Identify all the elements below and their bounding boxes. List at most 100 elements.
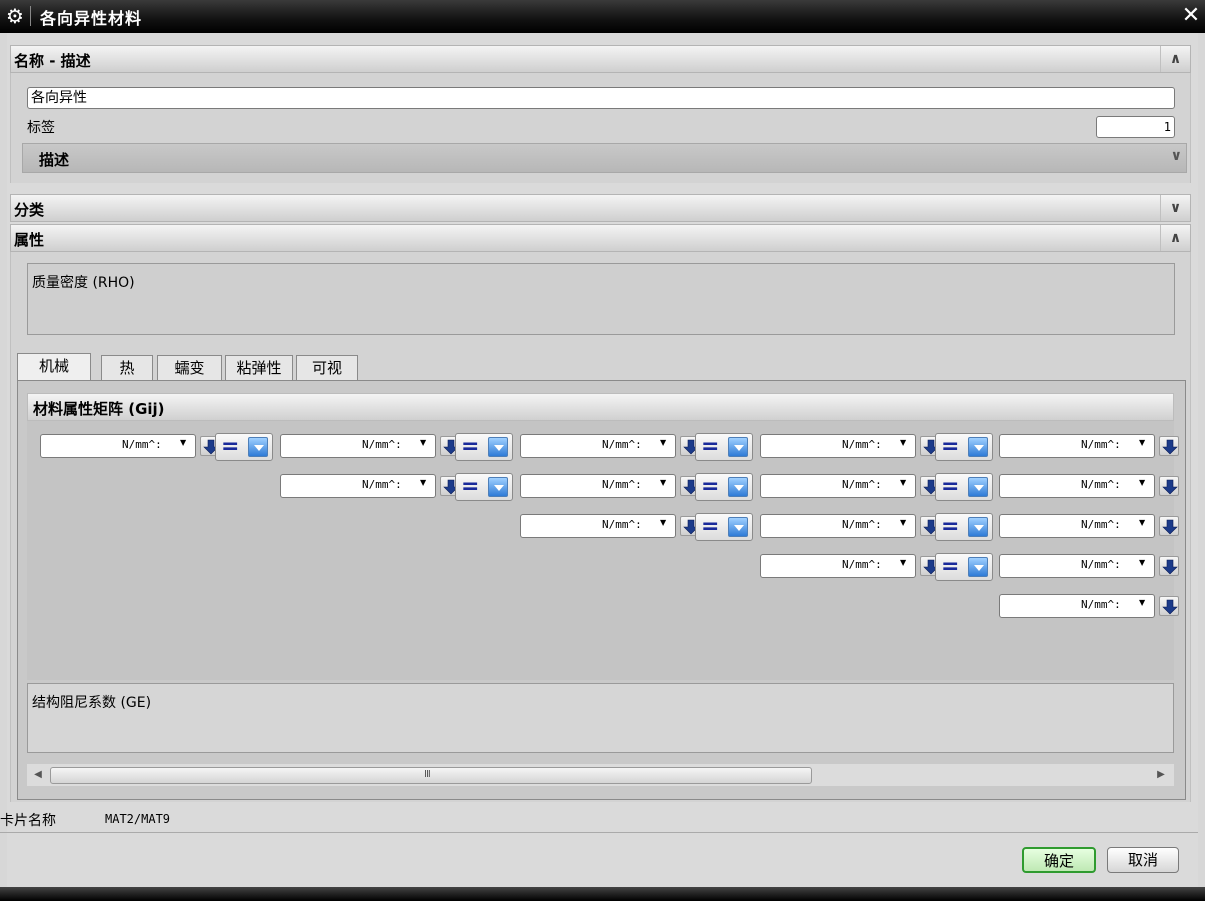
classification-header[interactable]: 分类 ∨ bbox=[10, 194, 1191, 222]
properties-list[interactable]: 质量密度 (RHO) bbox=[27, 263, 1175, 335]
matrix-value-input[interactable] bbox=[280, 474, 436, 498]
unit-label[interactable]: N/mm^: bbox=[602, 438, 642, 451]
damping-list[interactable]: 结构阻尼系数 (GE) bbox=[27, 683, 1174, 753]
equals-icon: = bbox=[221, 434, 240, 459]
close-icon[interactable]: ✕ bbox=[1179, 5, 1203, 29]
unit-label[interactable]: N/mm^: bbox=[362, 438, 402, 451]
unit-label[interactable]: N/mm^: bbox=[122, 438, 162, 451]
equals-dropdown[interactable]: = bbox=[695, 513, 753, 541]
down-arrow-icon[interactable] bbox=[1159, 476, 1179, 496]
unit-dropdown-icon[interactable]: ▼ bbox=[900, 478, 906, 487]
unit-dropdown-icon[interactable]: ▼ bbox=[660, 478, 666, 487]
down-arrow-icon[interactable] bbox=[1159, 436, 1179, 456]
tab-visual[interactable]: 可视 bbox=[296, 355, 358, 381]
matrix-cell-g15: N/mm^: ▼ bbox=[999, 434, 1181, 460]
chevron-down-icon[interactable] bbox=[968, 437, 988, 457]
equals-icon: = bbox=[941, 514, 960, 539]
matrix-value-input[interactable] bbox=[40, 434, 196, 458]
unit-label[interactable]: N/mm^: bbox=[842, 558, 882, 571]
name-input[interactable]: 各向异性 bbox=[27, 87, 1175, 109]
equals-dropdown[interactable]: = bbox=[695, 473, 753, 501]
equals-dropdown[interactable]: = bbox=[455, 473, 513, 501]
unit-label[interactable]: N/mm^: bbox=[1081, 598, 1121, 611]
matrix-value-input[interactable] bbox=[760, 514, 916, 538]
unit-dropdown-icon[interactable]: ▼ bbox=[900, 438, 906, 447]
list-item[interactable]: 结构阻尼系数 (GE) bbox=[32, 692, 151, 712]
unit-dropdown-icon[interactable]: ▼ bbox=[1139, 598, 1145, 607]
unit-dropdown-icon[interactable]: ▼ bbox=[180, 438, 186, 447]
chevron-down-icon[interactable]: ∨ bbox=[1171, 148, 1182, 164]
unit-dropdown-icon[interactable]: ▼ bbox=[660, 438, 666, 447]
matrix-value-input[interactable] bbox=[520, 474, 676, 498]
unit-dropdown-icon[interactable]: ▼ bbox=[1139, 478, 1145, 487]
unit-dropdown-icon[interactable]: ▼ bbox=[420, 438, 426, 447]
equals-dropdown[interactable]: = bbox=[695, 433, 753, 461]
matrix-value-input[interactable] bbox=[760, 474, 916, 498]
chevron-down-icon[interactable] bbox=[488, 437, 508, 457]
chevron-down-icon[interactable] bbox=[968, 477, 988, 497]
equals-dropdown[interactable]: = bbox=[935, 553, 993, 581]
unit-dropdown-icon[interactable]: ▼ bbox=[900, 518, 906, 527]
unit-dropdown-icon[interactable]: ▼ bbox=[900, 558, 906, 567]
unit-label[interactable]: N/mm^: bbox=[602, 478, 642, 491]
properties-header[interactable]: 属性 ∧ bbox=[10, 224, 1191, 252]
unit-dropdown-icon[interactable]: ▼ bbox=[1139, 438, 1145, 447]
chevron-up-icon[interactable]: ∧ bbox=[1160, 46, 1190, 72]
unit-label[interactable]: N/mm^: bbox=[1081, 558, 1121, 571]
cancel-button[interactable]: 取消 bbox=[1107, 847, 1179, 873]
unit-label[interactable]: N/mm^: bbox=[362, 478, 402, 491]
down-arrow-icon[interactable] bbox=[1159, 516, 1179, 536]
matrix-value-input[interactable] bbox=[999, 474, 1155, 498]
equals-dropdown[interactable]: = bbox=[455, 433, 513, 461]
scroll-left-icon[interactable]: ◀ bbox=[30, 767, 46, 783]
chevron-down-icon[interactable] bbox=[728, 477, 748, 497]
horizontal-scrollbar[interactable]: ◀ III ▶ bbox=[27, 764, 1174, 786]
chevron-down-icon[interactable] bbox=[248, 437, 268, 457]
tab-creep[interactable]: 蠕变 bbox=[157, 355, 222, 381]
unit-dropdown-icon[interactable]: ▼ bbox=[420, 478, 426, 487]
matrix-value-input[interactable] bbox=[760, 554, 916, 578]
chevron-down-icon[interactable] bbox=[968, 517, 988, 537]
matrix-value-input[interactable] bbox=[999, 434, 1155, 458]
ok-button[interactable]: 确定 bbox=[1022, 847, 1096, 873]
description-subsection-header[interactable]: 描述 ∨ bbox=[22, 143, 1187, 173]
unit-label[interactable]: N/mm^: bbox=[1081, 518, 1121, 531]
chevron-down-icon[interactable] bbox=[728, 517, 748, 537]
chevron-down-icon[interactable] bbox=[968, 557, 988, 577]
tab-thermal[interactable]: 热 bbox=[101, 355, 153, 381]
unit-dropdown-icon[interactable]: ▼ bbox=[1139, 518, 1145, 527]
down-arrow-icon[interactable] bbox=[1159, 556, 1179, 576]
unit-label[interactable]: N/mm^: bbox=[1081, 438, 1121, 451]
gear-icon[interactable]: ⚙ bbox=[4, 5, 26, 27]
unit-label[interactable]: N/mm^: bbox=[602, 518, 642, 531]
matrix-value-input[interactable] bbox=[520, 434, 676, 458]
equals-dropdown[interactable]: = bbox=[935, 513, 993, 541]
tab-viscoelastic[interactable]: 粘弹性 bbox=[225, 355, 293, 381]
matrix-value-input[interactable] bbox=[760, 434, 916, 458]
tab-mechanical[interactable]: 机械 bbox=[17, 353, 91, 381]
chevron-down-icon[interactable] bbox=[728, 437, 748, 457]
matrix-value-input[interactable] bbox=[999, 554, 1155, 578]
scroll-thumb[interactable]: III bbox=[50, 767, 812, 784]
unit-dropdown-icon[interactable]: ▼ bbox=[1139, 558, 1145, 567]
chevron-down-icon[interactable]: ∨ bbox=[1160, 195, 1190, 221]
list-item[interactable]: 质量密度 (RHO) bbox=[32, 272, 135, 292]
matrix-value-input[interactable] bbox=[280, 434, 436, 458]
unit-dropdown-icon[interactable]: ▼ bbox=[660, 518, 666, 527]
chevron-down-icon[interactable] bbox=[488, 477, 508, 497]
unit-label[interactable]: N/mm^: bbox=[842, 478, 882, 491]
name-description-header[interactable]: 名称 - 描述 ∧ bbox=[10, 45, 1191, 73]
unit-label[interactable]: N/mm^: bbox=[1081, 478, 1121, 491]
scroll-right-icon[interactable]: ▶ bbox=[1153, 767, 1169, 783]
matrix-value-input[interactable] bbox=[999, 594, 1155, 618]
unit-label[interactable]: N/mm^: bbox=[842, 518, 882, 531]
unit-label[interactable]: N/mm^: bbox=[842, 438, 882, 451]
equals-dropdown[interactable]: = bbox=[215, 433, 273, 461]
matrix-value-input[interactable] bbox=[520, 514, 676, 538]
equals-dropdown[interactable]: = bbox=[935, 433, 993, 461]
chevron-up-icon[interactable]: ∧ bbox=[1160, 225, 1190, 251]
matrix-value-input[interactable] bbox=[999, 514, 1155, 538]
down-arrow-icon[interactable] bbox=[1159, 596, 1179, 616]
equals-dropdown[interactable]: = bbox=[935, 473, 993, 501]
tag-input[interactable]: 1 bbox=[1096, 116, 1175, 138]
